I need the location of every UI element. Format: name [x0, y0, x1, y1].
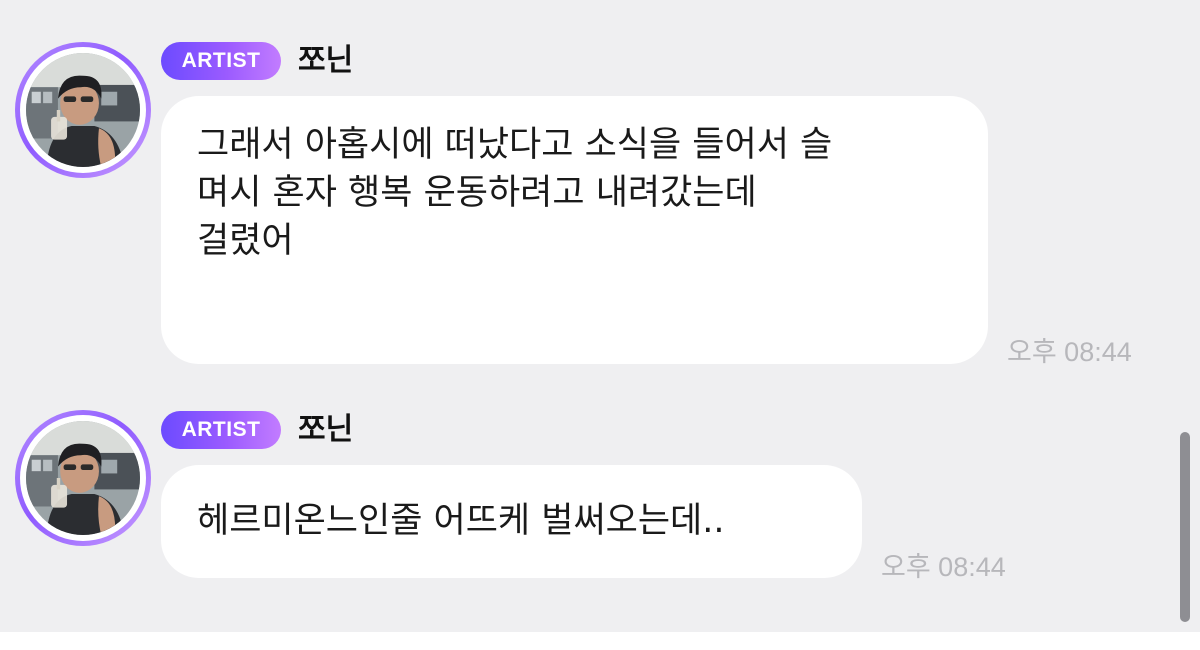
message-bubble[interactable]: 그래서 아홉시에 떠났다고 소식을 들어서 슬 며시 혼자 행복 운동하려고 내… — [161, 96, 988, 364]
sender-name: 쪼닌 — [298, 412, 354, 447]
sender-name: 쪼닌 — [298, 43, 354, 78]
chat-area[interactable]: ARTIST 쪼닌 그래서 아홉시에 떠났다고 소식을 들어서 슬 며시 혼자 … — [0, 0, 1200, 632]
scrollbar-thumb[interactable] — [1180, 432, 1190, 622]
artist-badge: ARTIST — [161, 42, 281, 80]
message-timestamp: 오후 08:44 — [881, 552, 1006, 582]
message-bubble[interactable]: 헤르미온느인줄 어뜨케 벌써오는데.. — [161, 465, 862, 578]
message-text-line: 헤르미온느인줄 어뜨케 벌써오는데.. — [197, 501, 725, 541]
artist-avatar[interactable] — [15, 410, 151, 546]
artist-avatar[interactable] — [15, 42, 151, 178]
message-text-line: 그래서 아홉시에 떠났다고 소식을 들어서 슬 — [197, 125, 833, 165]
bottom-strip — [0, 632, 1200, 650]
message-text-line: 걸렸어 — [197, 221, 294, 261]
artist-badge: ARTIST — [161, 411, 281, 449]
avatar-photo-icon — [26, 53, 140, 167]
avatar-photo-icon — [26, 421, 140, 535]
message-timestamp: 오후 08:44 — [1007, 337, 1132, 367]
message-text-line: 며시 혼자 행복 운동하려고 내려갔는데 — [197, 173, 757, 213]
